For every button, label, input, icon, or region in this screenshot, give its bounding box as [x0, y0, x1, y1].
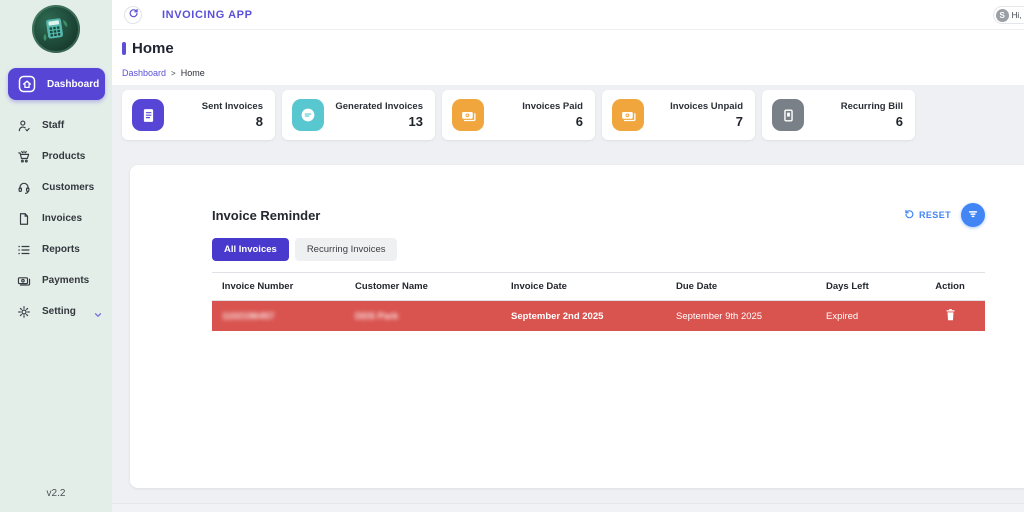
invoice-reminder-panel: Invoice Reminder RESET	[130, 165, 1024, 488]
stat-label: Invoices Paid	[484, 101, 583, 112]
sent-invoice-icon	[132, 99, 164, 131]
breadcrumb: Dashboard > Home	[122, 68, 205, 78]
stat-card-recurring-bill: Recurring Bill 6	[762, 90, 915, 140]
invoice-reminder-table: Invoice Number Customer Name Invoice Dat…	[212, 272, 985, 331]
tabs: All Invoices Recurring Invoices	[212, 238, 985, 261]
sidebar-item-label: Products	[42, 151, 85, 162]
cell-customer-name: DDS Park	[345, 301, 501, 332]
delete-button[interactable]	[945, 308, 956, 324]
section-title: Invoice Reminder	[212, 208, 320, 223]
stat-card-generated-invoices: Generated Invoices 13	[282, 90, 435, 140]
avatar: S	[996, 9, 1009, 22]
filter-icon	[967, 208, 979, 223]
topbar: INVOICING APP S Hi, S	[112, 0, 1024, 30]
column-header: Action	[915, 273, 985, 301]
sidebar-item-label: Invoices	[42, 213, 82, 224]
document-icon	[17, 212, 31, 226]
home-icon	[18, 75, 36, 93]
sidebar-item-label: Staff	[42, 120, 64, 131]
sidebar-item-customers[interactable]: Customers	[0, 172, 112, 203]
refresh-icon	[128, 7, 139, 22]
column-header: Invoice Date	[501, 273, 666, 301]
stat-card-sent-invoices: Sent Invoices 8	[122, 90, 275, 140]
trash-icon	[945, 308, 956, 324]
sidebar-item-products[interactable]: Products	[0, 141, 112, 172]
tab-recurring-invoices[interactable]: Recurring Invoices	[295, 238, 398, 261]
stat-value: 6	[804, 114, 903, 129]
app-version: v2.2	[0, 488, 112, 499]
user-greeting: Hi, S	[1012, 11, 1024, 20]
sidebar-item-invoices[interactable]: Invoices	[0, 203, 112, 234]
sidebar-item-label: Setting	[42, 306, 76, 317]
recurring-bill-icon	[772, 99, 804, 131]
stats-row: Sent Invoices 8 Generated Invoices 13	[122, 90, 915, 140]
breadcrumb-current: Home	[181, 68, 205, 78]
cell-invoice-number: 1102196457	[212, 301, 345, 332]
breadcrumb-separator: >	[171, 69, 176, 78]
table-header-row: Invoice Number Customer Name Invoice Dat…	[212, 273, 985, 301]
column-header: Due Date	[666, 273, 816, 301]
app-title: INVOICING APP	[162, 9, 253, 21]
cell-days-left: Expired	[816, 301, 915, 332]
reset-icon	[904, 209, 915, 222]
report-list-icon	[17, 243, 31, 257]
chevron-down-icon	[93, 307, 103, 317]
footer-divider	[112, 503, 1024, 512]
cell-due-date: September 9th 2025	[666, 301, 816, 332]
user-menu[interactable]: S Hi, S	[993, 6, 1024, 24]
filter-button[interactable]	[961, 203, 985, 227]
cell-invoice-date: September 2nd 2025	[501, 301, 666, 332]
sidebar-item-label: Customers	[42, 182, 94, 193]
page-title-text: Home	[132, 40, 174, 57]
stat-label: Sent Invoices	[164, 101, 263, 112]
sidebar-nav: Dashboard Staff Products	[0, 68, 112, 327]
content-area: Sent Invoices 8 Generated Invoices 13	[112, 85, 1024, 512]
stat-value: 6	[484, 114, 583, 129]
stat-value: 7	[644, 114, 743, 129]
stat-card-invoices-paid: Invoices Paid 6	[442, 90, 595, 140]
sidebar-item-label: Reports	[42, 244, 80, 255]
sidebar-item-label: Dashboard	[47, 79, 99, 90]
panel-actions: RESET	[904, 203, 985, 227]
stat-value: 13	[324, 114, 423, 129]
sidebar-item-reports[interactable]: Reports	[0, 234, 112, 265]
reset-button[interactable]: RESET	[904, 209, 951, 222]
cart-icon	[17, 150, 31, 164]
column-header: Customer Name	[345, 273, 501, 301]
sidebar-item-payments[interactable]: Payments	[0, 265, 112, 296]
page-head: Home Dashboard > Home	[112, 30, 1024, 85]
title-accent-bar	[122, 42, 126, 55]
table-row[interactable]: 1102196457 DDS Park September 2nd 2025 S…	[212, 301, 985, 332]
breadcrumb-dashboard-link[interactable]: Dashboard	[122, 68, 166, 78]
column-header: Days Left	[816, 273, 915, 301]
invoices-paid-icon	[452, 99, 484, 131]
page-title: Home	[122, 40, 174, 57]
banknote-icon	[17, 274, 31, 288]
column-header: Invoice Number	[212, 273, 345, 301]
tab-all-invoices[interactable]: All Invoices	[212, 238, 289, 261]
staff-icon	[17, 119, 31, 133]
invoices-unpaid-icon	[612, 99, 644, 131]
sidebar-item-label: Payments	[42, 275, 89, 286]
reset-label: RESET	[919, 210, 951, 220]
headset-icon	[17, 181, 31, 195]
gear-icon	[17, 305, 31, 319]
sidebar-item-staff[interactable]: Staff	[0, 110, 112, 141]
sidebar: Dashboard Staff Products	[0, 0, 112, 512]
stat-card-invoices-unpaid: Invoices Unpaid 7	[602, 90, 755, 140]
sidebar-item-setting[interactable]: Setting	[0, 296, 112, 327]
app-logo	[32, 5, 80, 53]
stat-value: 8	[164, 114, 263, 129]
calculator-logo-icon	[44, 18, 68, 41]
main-area: INVOICING APP S Hi, S Home Dashboard > H…	[112, 0, 1024, 512]
stat-label: Recurring Bill	[804, 101, 903, 112]
stat-label: Invoices Unpaid	[644, 101, 743, 112]
app-screen: Dashboard Staff Products	[0, 0, 1024, 512]
refresh-button[interactable]	[124, 6, 142, 24]
stat-label: Generated Invoices	[324, 101, 423, 112]
sidebar-item-dashboard[interactable]: Dashboard	[8, 68, 105, 100]
generated-invoice-icon	[292, 99, 324, 131]
